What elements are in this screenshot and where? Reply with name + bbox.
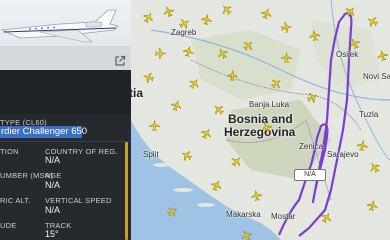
age-value: N/A xyxy=(45,180,61,190)
external-link-icon[interactable] xyxy=(114,55,126,67)
city-mostar: Mostar xyxy=(271,212,296,221)
city-zenica: Zenica xyxy=(299,142,324,151)
aircraft-type-value[interactable]: rdier Challenger 650 xyxy=(0,126,87,138)
city-split: Split xyxy=(143,150,159,159)
panel-scrollbar[interactable] xyxy=(125,142,128,240)
age-label: AGE xyxy=(45,171,62,180)
flight-info-panel: TYPE (CL60) rdier Challenger 650 TION CO… xyxy=(0,0,131,240)
panel-spacer xyxy=(0,70,131,114)
barometric-alt-label: RIC ALT. xyxy=(0,196,31,205)
panel-divider xyxy=(0,141,131,142)
city-makarska: Makarska xyxy=(226,210,261,219)
city-sarajevo: Sarajevo xyxy=(327,150,359,159)
altitude-label: UDE xyxy=(0,221,17,230)
city-banja-luka: Banja Luka xyxy=(249,100,290,109)
flight-map[interactable]: Bosnia and Herzegovina tia Zagreb Banja … xyxy=(131,0,390,240)
registration-label: TION xyxy=(0,147,19,156)
track-value: 15° xyxy=(45,229,59,239)
city-osijek: Osijek xyxy=(336,50,359,59)
vertical-speed-value: N/A xyxy=(45,205,61,215)
city-tuzla: Tuzla xyxy=(359,110,379,119)
aircraft-photo[interactable] xyxy=(0,0,131,70)
city-novi-sad: Novi Sad xyxy=(363,72,390,81)
country-label-croatia: tia xyxy=(131,86,144,100)
aircraft-label-box[interactable]: N/A xyxy=(294,169,326,181)
country-of-reg-value: N/A xyxy=(45,155,61,165)
aircraft-image xyxy=(0,9,131,70)
vertical-speed-label: VERTICAL SPEED xyxy=(45,196,112,205)
